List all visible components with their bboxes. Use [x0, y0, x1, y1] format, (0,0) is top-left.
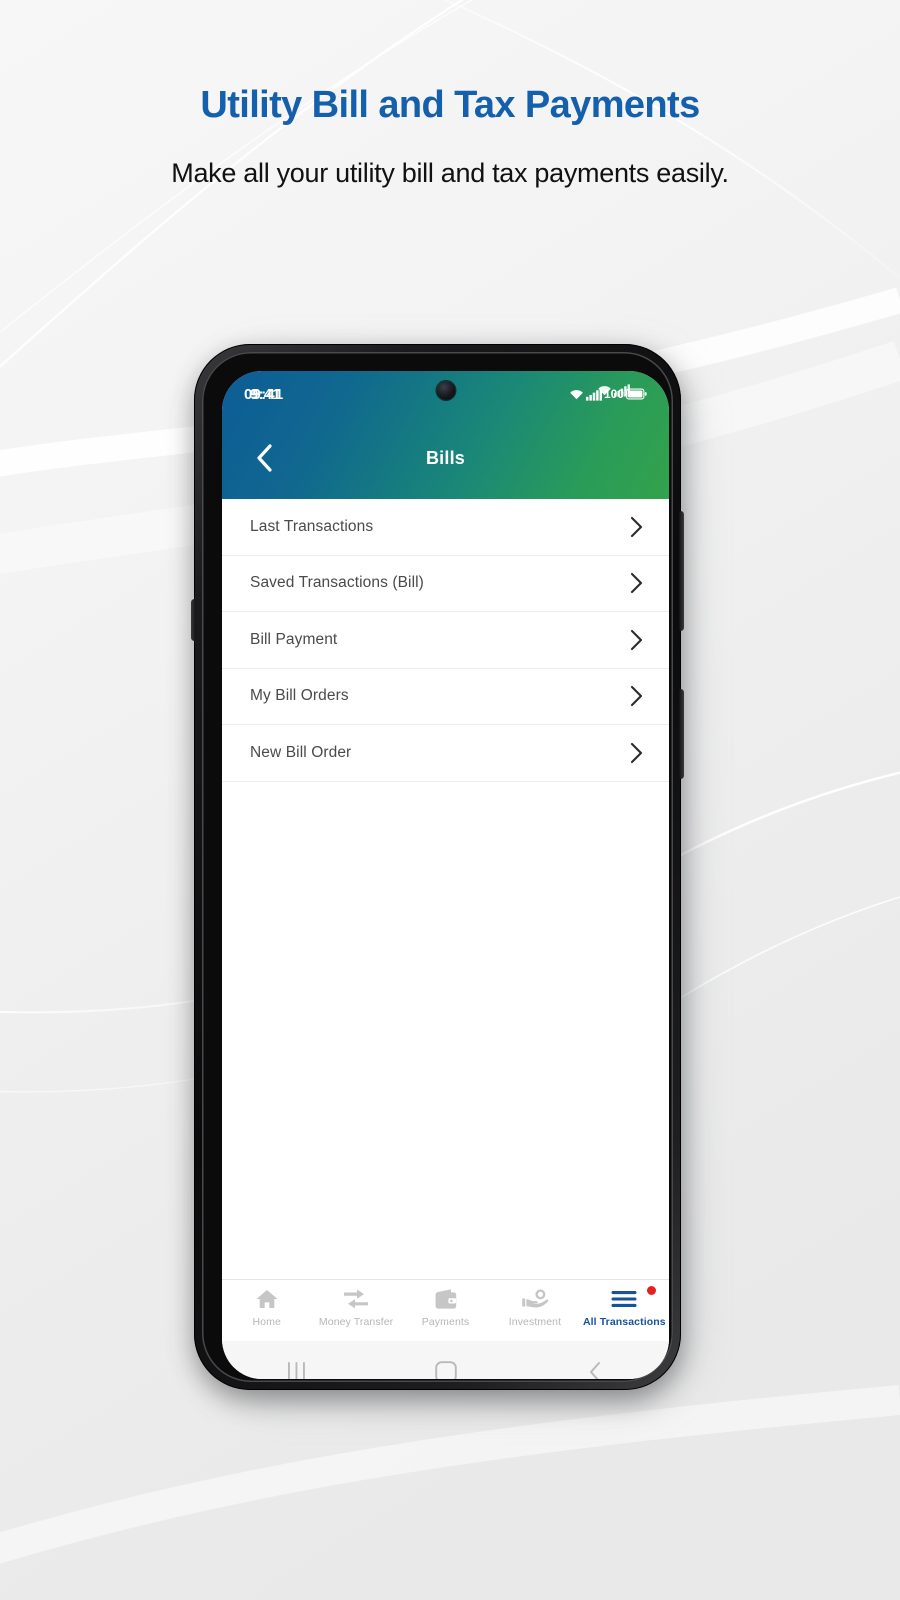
phone-rim: 09:41 9:41 Bills Last Transactions Saved…: [202, 352, 673, 1382]
chevron-right-icon: [630, 516, 643, 537]
transfer-arrows-icon: [342, 1287, 370, 1311]
android-system-nav: [222, 1340, 669, 1379]
home-icon: [255, 1287, 279, 1311]
page-title: Utility Bill and Tax Payments: [200, 84, 700, 126]
chevron-right-icon: [630, 573, 643, 594]
menu-item-saved-transactions[interactable]: Saved Transactions (Bill): [222, 556, 669, 612]
hamburger-lines-icon: [610, 1287, 638, 1311]
menu-item-last-transactions[interactable]: Last Transactions: [222, 499, 669, 556]
front-camera-punch-hole: [436, 381, 455, 400]
tab-home[interactable]: Home: [222, 1287, 311, 1328]
menu-item-new-bill-order[interactable]: New Bill Order: [222, 725, 669, 782]
tab-all-transactions[interactable]: All Transactions: [580, 1285, 669, 1328]
wallet-icon: [433, 1287, 459, 1311]
content-empty-area: [222, 781, 669, 1279]
volume-button[interactable]: [679, 511, 684, 631]
bills-menu-list: Last Transactions Saved Transactions (Bi…: [222, 499, 669, 782]
back-button[interactable]: [246, 440, 282, 476]
chevron-left-icon: [589, 1361, 600, 1379]
bottom-tab-bar: Home Money Transfer Payments Investment …: [222, 1278, 669, 1341]
status-bar: 09:41 9:41: [222, 371, 669, 417]
menu-item-label: Last Transactions: [250, 517, 374, 535]
chevron-right-icon: [630, 686, 643, 707]
status-bar-icons: 100: [569, 384, 647, 404]
phone-screen: 09:41 9:41 Bills Last Transactions Saved…: [222, 371, 669, 1379]
menu-item-label: Saved Transactions (Bill): [250, 574, 424, 592]
home-key[interactable]: [418, 1355, 474, 1379]
phone-body: 09:41 9:41 Bills Last Transactions Saved…: [191, 344, 684, 1390]
tab-label: Investment: [508, 1315, 562, 1328]
page-subtitle: Make all your utility bill and tax payme…: [171, 158, 729, 188]
tab-label: Home: [252, 1315, 281, 1328]
tab-payments[interactable]: Payments: [401, 1287, 490, 1328]
status-bar-time: 09:41 9:41: [244, 386, 283, 403]
menu-item-label: Bill Payment: [250, 630, 338, 648]
tab-label: All Transactions: [582, 1315, 666, 1328]
menu-item-my-bill-orders[interactable]: My Bill Orders: [222, 669, 669, 725]
recents-key[interactable]: [269, 1355, 325, 1379]
app-navigation-bar: Bills: [222, 417, 669, 499]
tab-money-transfer[interactable]: Money Transfer: [311, 1287, 400, 1328]
chevron-left-icon: [257, 444, 272, 472]
notification-badge: [647, 1285, 657, 1295]
mute-button[interactable]: [191, 599, 196, 641]
tab-investment[interactable]: Investment: [490, 1287, 579, 1328]
wifi-icon: [570, 389, 583, 399]
hand-coin-icon: [521, 1287, 549, 1311]
tab-label: Payments: [421, 1315, 470, 1328]
power-button[interactable]: [679, 689, 684, 779]
phone-mockup: 09:41 9:41 Bills Last Transactions Saved…: [191, 344, 686, 1397]
status-time-secondary: 9:41: [250, 385, 281, 403]
screen-title: Bills: [425, 447, 465, 468]
tab-label: Money Transfer: [318, 1315, 394, 1328]
app-header: 09:41 9:41 Bills: [222, 371, 669, 499]
chevron-right-icon: [630, 742, 643, 763]
promo-block: Utility Bill and Tax Payments Make all y…: [0, 0, 900, 196]
menu-item-label: My Bill Orders: [250, 687, 349, 705]
rounded-square-icon: [434, 1360, 457, 1379]
wifi-icon: [598, 386, 611, 396]
menu-item-label: New Bill Order: [250, 743, 352, 761]
menu-item-bill-payment[interactable]: Bill Payment: [222, 612, 669, 669]
chevron-right-icon: [630, 629, 643, 650]
three-bars-icon: [287, 1361, 305, 1379]
cellular-signal-icon: [613, 384, 630, 397]
status-bar-icons-duplicate: [597, 384, 630, 397]
back-key[interactable]: [567, 1355, 623, 1379]
